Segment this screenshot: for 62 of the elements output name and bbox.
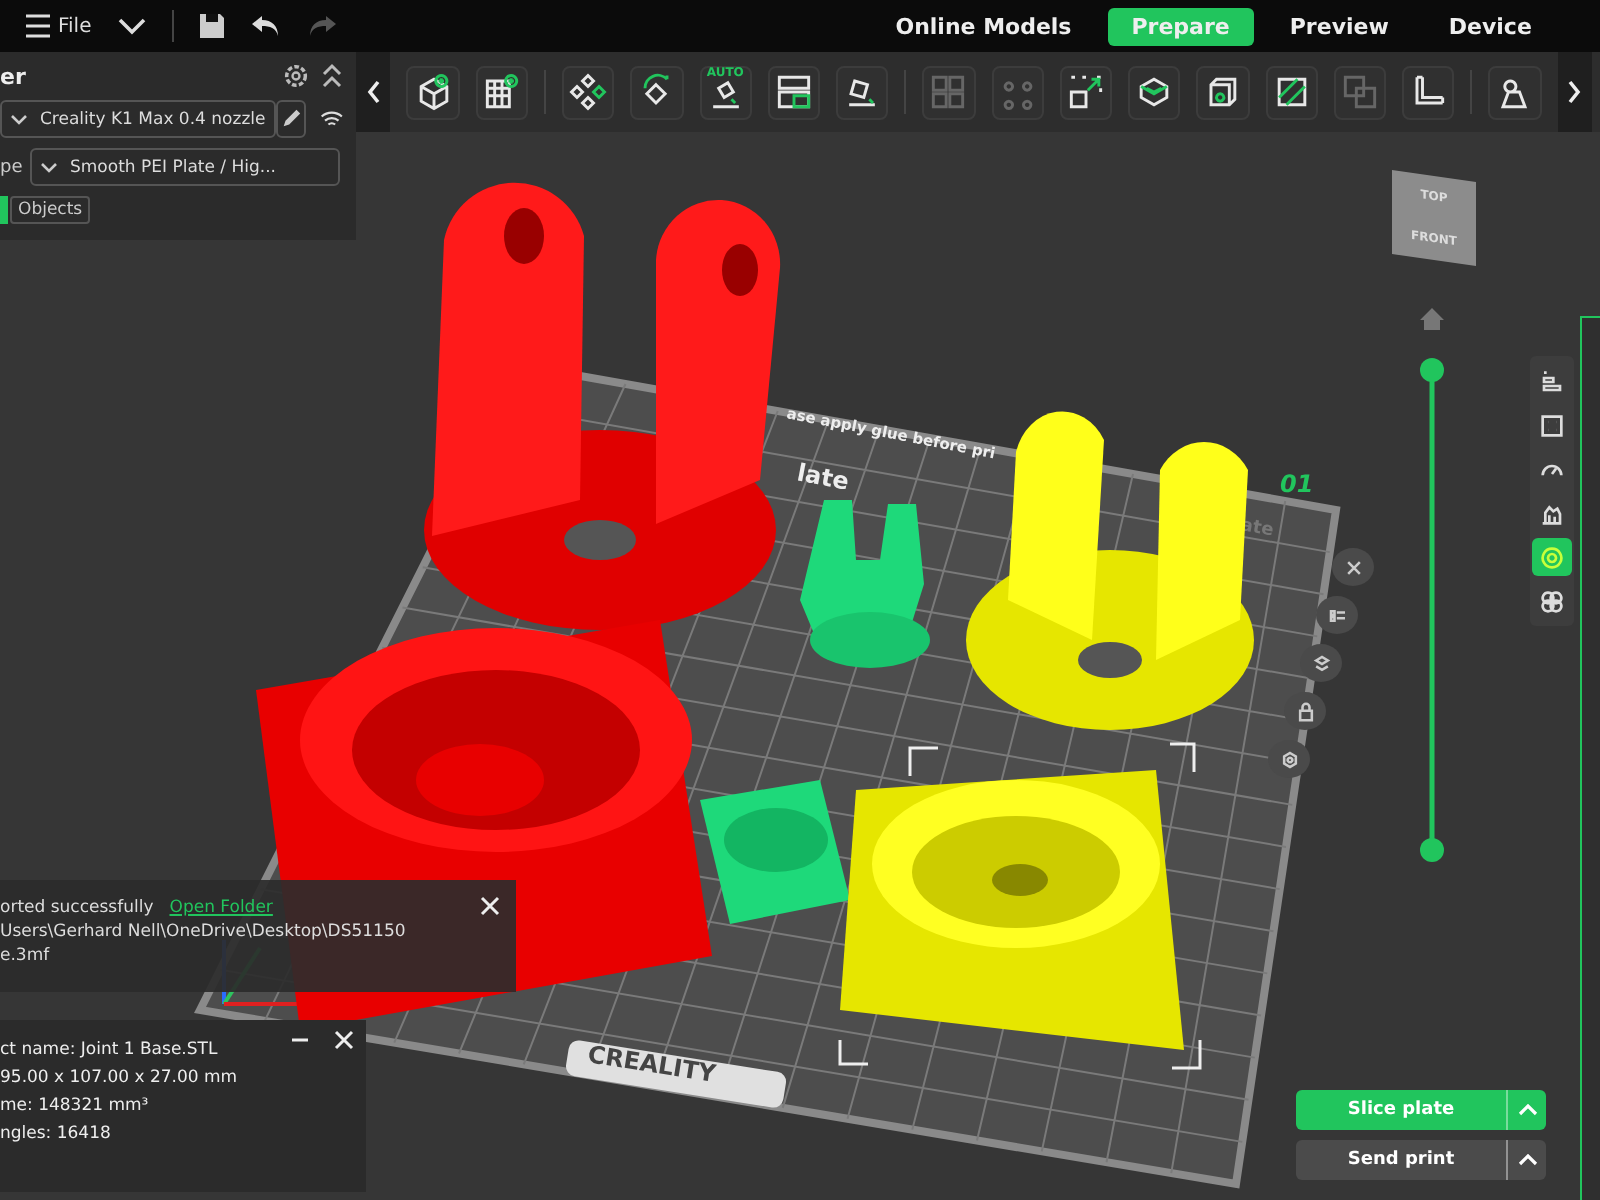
close-icon[interactable] [480,896,500,916]
scale-tool-button[interactable] [1059,65,1113,119]
edit-button[interactable] [275,100,307,138]
support-tool-button[interactable] [1128,65,1181,119]
caret-up-icon [1517,1104,1537,1116]
add-plate-tool-button[interactable] [475,65,528,119]
list-plate-button[interactable] [1316,596,1358,634]
object-info-text: me: 148321 mm³ [0,1094,149,1120]
arrange-tool-button[interactable] [561,65,615,119]
cut-tool-button[interactable] [1265,65,1318,119]
plate-number: 01 [1280,470,1314,498]
wifi-icon[interactable] [320,108,344,130]
chevron-down-icon [10,113,28,125]
chevron-down-icon [40,161,58,173]
chevron-right-icon [1566,80,1583,104]
file-path-text: e.3mf [0,944,52,968]
open-folder-link[interactable]: Open Folder [169,896,273,920]
plate-name: late [794,458,852,496]
home-icon[interactable] [1418,306,1446,332]
slider-thumb[interactable] [1420,358,1444,382]
target-icon [1536,541,1568,573]
undo-icon[interactable] [249,12,282,40]
mode-tab[interactable]: Device [1424,7,1556,45]
slider-thumb[interactable] [1420,838,1444,862]
collapse-button[interactable] [356,52,391,132]
mode-tab[interactable]: Online Models [871,7,1096,45]
arrange-plate-button[interactable] [1300,644,1342,682]
notification-message: orted successfully [0,896,154,920]
four-circles-icon [1536,585,1568,617]
box-tool-button[interactable] [1196,65,1250,119]
file-menu-button[interactable]: File [24,14,92,38]
chevron-down-icon[interactable] [115,16,148,36]
collapse-icon[interactable] [320,62,344,90]
pencil-icon [279,108,302,130]
orient-tool-button[interactable] [630,65,683,119]
redo-icon[interactable] [305,12,338,40]
diamonds-icon [566,70,611,114]
chevron-left-icon [365,80,382,104]
panel-tab[interactable]: Objects [10,196,91,224]
close-plate-button[interactable] [1332,548,1374,586]
lay-flat-tool-button[interactable] [836,65,889,119]
object-info-text: ngles: 16418 [0,1122,111,1148]
file-path-text: Users\Gerhard Nell\OneDrive\Desktop\DS51150 [0,920,408,944]
brand-text: CREALITY [585,1040,718,1088]
plate-type-select[interactable]: Smooth PEI Plate / Hig... [30,148,340,186]
close-icon[interactable] [334,1030,354,1050]
add-cube-tool-button[interactable] [406,65,460,119]
object-info-text: 95.00 x 107.00 x 27.00 mm [0,1066,238,1092]
caret-up-icon [1517,1154,1537,1166]
assembly-tool-button[interactable] [1488,65,1542,119]
target-view-button[interactable] [1532,538,1572,576]
save-icon[interactable] [197,12,226,40]
measure-tool-button[interactable] [1402,65,1455,119]
menu-icon [24,14,52,38]
expand-button[interactable] [1557,52,1593,132]
plate-type-label: pe [0,157,20,177]
settings-icon[interactable] [282,62,310,90]
layout-tool-button[interactable] [767,65,821,119]
printer-select[interactable]: Creality K1 Max 0.4 nozzle [0,100,276,138]
mode-tab[interactable]: Preview [1265,7,1413,45]
object-info-text: ct name: Joint 1 Base.STL [0,1038,218,1064]
panel-title: er [0,63,26,89]
